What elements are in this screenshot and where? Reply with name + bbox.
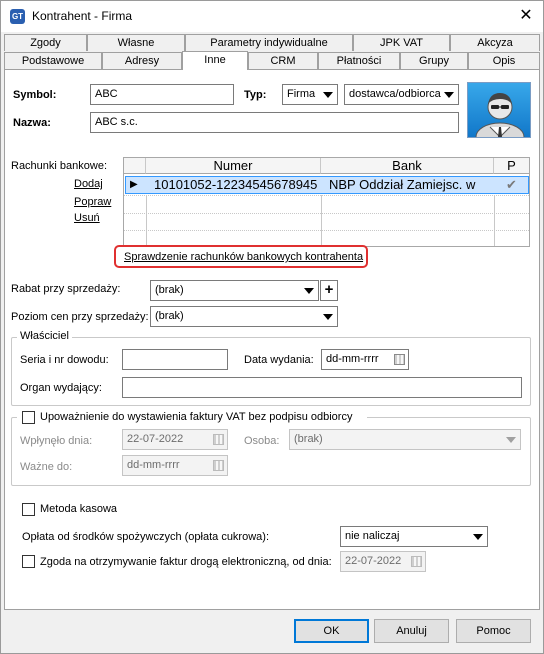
add-account-link[interactable]: Dodaj: [74, 178, 103, 190]
poziom-select[interactable]: (brak): [150, 306, 338, 327]
data-wydania-value: dd-mm-rrrr: [326, 353, 379, 365]
row-indicator-icon: ▶: [130, 179, 138, 190]
add-rabat-button[interactable]: +: [320, 280, 338, 301]
poziom-label: Poziom cen przy sprzedaży:: [11, 311, 149, 323]
ok-button[interactable]: OK: [294, 619, 369, 643]
zgoda-label: Zgoda na otrzymywanie faktur drogą elekt…: [40, 556, 332, 568]
rabat-label: Rabat przy sprzedaży:: [11, 283, 121, 295]
window-title: Kontrahent - Firma: [32, 9, 133, 23]
person-icon: [475, 93, 525, 137]
tab-inne[interactable]: Inne: [182, 51, 248, 70]
rabat-select[interactable]: (brak): [150, 280, 319, 301]
cell-numer: 10101052-12234545678945: [154, 177, 318, 192]
metoda-kasowa-label: Metoda kasowa: [40, 503, 118, 515]
tab-akcyza[interactable]: Akcyza: [450, 34, 540, 51]
zgoda-date-input: 22-07-2022: [340, 551, 426, 572]
column-header-numer-label: Numer: [213, 158, 253, 173]
osoba-select-value: (brak): [294, 433, 323, 445]
osoba-select: (brak): [289, 429, 521, 450]
oplata-select[interactable]: nie naliczaj: [340, 526, 488, 547]
tab-opis[interactable]: Opis: [468, 52, 540, 69]
data-wydania-label: Data wydania:: [244, 354, 314, 366]
typ-label: Typ:: [244, 89, 267, 101]
calendar-icon: [213, 460, 224, 471]
typ2-select[interactable]: dostawca/odbiorca: [344, 84, 459, 105]
cancel-button[interactable]: Anuluj: [374, 619, 449, 643]
verify-bank-accounts-link[interactable]: Sprawdzenie rachunków bankowych kontrahe…: [124, 251, 363, 263]
tab-crm[interactable]: CRM: [248, 52, 318, 69]
grid-line: [124, 213, 529, 214]
help-button[interactable]: Pomoc: [456, 619, 531, 643]
chevron-down-icon: [323, 314, 333, 320]
oplata-select-value: nie naliczaj: [345, 530, 400, 542]
organ-input[interactable]: [122, 377, 522, 398]
typ-select-value: Firma: [287, 88, 316, 100]
chevron-down-icon: [304, 288, 314, 294]
tab-parametry-indywidualne[interactable]: Parametry indywidualne: [185, 34, 353, 51]
tab-wlasne[interactable]: Własne: [87, 34, 185, 51]
grid-line: [124, 195, 529, 196]
calendar-icon: [213, 434, 224, 445]
close-icon[interactable]: ✕: [517, 7, 535, 25]
typ2-select-value: dostawca/odbiorca: [349, 88, 441, 100]
authorization-title: Upoważnienie do wystawienia faktury VAT …: [40, 411, 353, 423]
poziom-select-value: (brak): [155, 310, 184, 322]
data-wydania-input[interactable]: dd-mm-rrrr: [321, 349, 409, 370]
grid-line: [494, 195, 495, 246]
column-header-bank[interactable]: Bank: [321, 158, 494, 174]
wplynelo-value: 22-07-2022: [127, 433, 184, 445]
osoba-label: Osoba:: [244, 435, 280, 447]
contractor-avatar[interactable]: [467, 82, 531, 138]
app-icon: GT: [10, 9, 25, 24]
tab-adresy[interactable]: Adresy: [102, 52, 182, 69]
chevron-down-icon: [473, 534, 483, 540]
delete-account-link[interactable]: Usuń: [74, 212, 100, 224]
oplata-label: Opłata od środków spożywczych (opłata cu…: [22, 531, 269, 543]
tab-platnosci[interactable]: Płatności: [318, 52, 400, 69]
title-bar: GT Kontrahent - Firma ✕: [1, 1, 543, 32]
grid-line: [321, 195, 322, 246]
column-header-p[interactable]: P: [494, 158, 529, 174]
metoda-kasowa-checkbox[interactable]: [22, 503, 35, 516]
tab-grupy[interactable]: Grupy: [400, 52, 468, 69]
authorization-checkbox[interactable]: [22, 411, 35, 424]
grid-indicator-header: [124, 158, 146, 174]
tab-zgody[interactable]: Zgody: [4, 34, 87, 51]
wazne-value: dd-mm-rrrr: [127, 459, 180, 471]
chevron-down-icon: [444, 92, 454, 98]
nazwa-label: Nazwa:: [13, 117, 51, 129]
calendar-icon[interactable]: [394, 354, 405, 365]
wazne-input: dd-mm-rrrr: [122, 455, 228, 476]
grid-line: [146, 195, 147, 246]
organ-label: Organ wydający:: [20, 382, 102, 394]
edit-account-link[interactable]: Popraw: [74, 196, 111, 208]
symbol-label: Symbol:: [13, 89, 57, 101]
wazne-label: Ważne do:: [20, 461, 73, 473]
bank-accounts-grid[interactable]: Numer Bank P ▶ 10101052-12234545678945 N…: [123, 157, 530, 247]
symbol-input[interactable]: ABC: [90, 84, 234, 105]
calendar-icon: [411, 556, 422, 567]
seria-input[interactable]: [122, 349, 228, 370]
chevron-down-icon: [323, 92, 333, 98]
zgoda-date-value: 22-07-2022: [345, 555, 402, 567]
typ-select[interactable]: Firma: [282, 84, 338, 105]
cell-bank: NBP Oddział Zamiejsc. w: [329, 177, 476, 192]
grid-line: [124, 230, 529, 231]
dialog-window: GT Kontrahent - Firma ✕ Zgody Własne Par…: [0, 0, 544, 654]
authorization-group: [11, 417, 531, 486]
zgoda-checkbox[interactable]: [22, 555, 35, 568]
seria-label: Seria i nr dowodu:: [20, 354, 109, 366]
column-header-numer[interactable]: Numer: [146, 158, 321, 174]
tab-jpk-vat[interactable]: JPK VAT: [353, 34, 450, 51]
wplynelo-label: Wpłynęło dnia:: [20, 435, 93, 447]
tab-podstawowe[interactable]: Podstawowe: [4, 52, 102, 69]
wplynelo-input: 22-07-2022: [122, 429, 228, 450]
owner-group-title: Właściciel: [17, 330, 72, 342]
nazwa-input[interactable]: ABC s.c.: [90, 112, 459, 133]
rabat-select-value: (brak): [155, 284, 184, 296]
checkmark-icon: ✔: [506, 177, 517, 192]
chevron-down-icon: [506, 437, 516, 443]
bank-accounts-label: Rachunki bankowe:: [11, 160, 108, 172]
